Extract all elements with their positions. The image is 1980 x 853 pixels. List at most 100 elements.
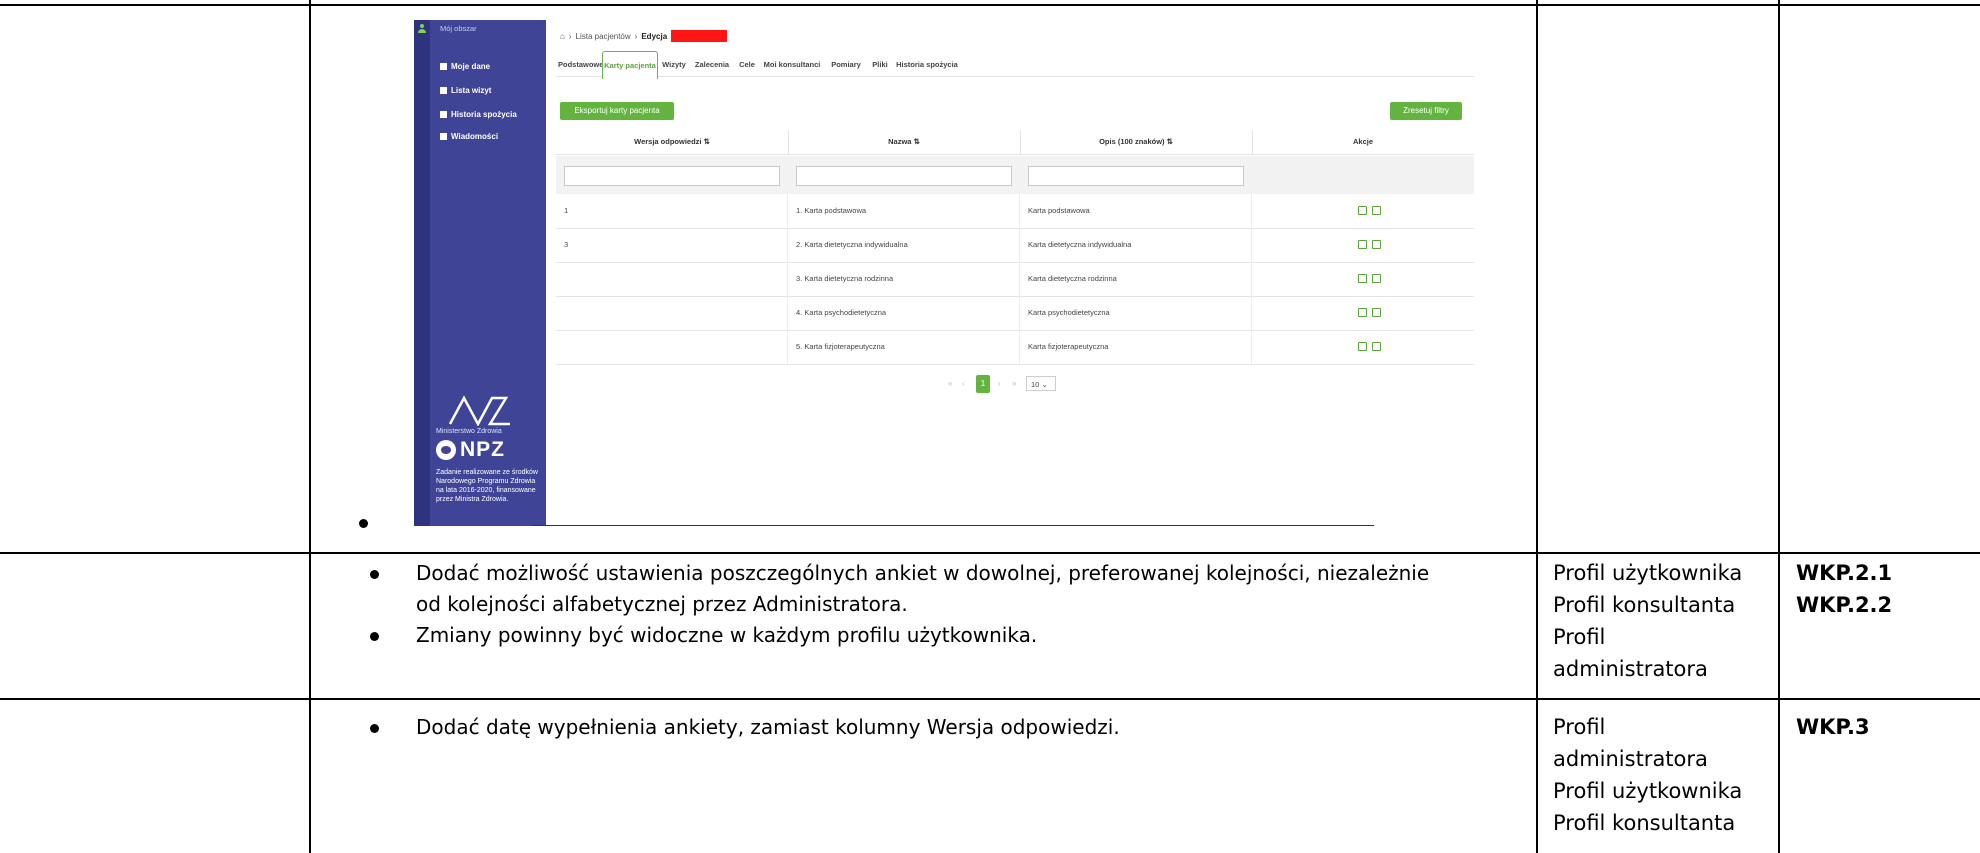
chevron-down-icon: ⌄ [1041, 380, 1048, 389]
version-cell: 3 [556, 228, 788, 262]
ministry-logo [448, 395, 510, 426]
npz-logo: NPZ [436, 438, 506, 464]
open-icon[interactable] [1358, 308, 1367, 317]
name-filter-input[interactable] [796, 166, 1012, 186]
description-cell: Karta dietetyczna rodzinna [1020, 262, 1252, 296]
calendar-icon [440, 87, 447, 94]
bullet [370, 724, 379, 733]
requirement-text: od kolejności alfabetycznej przez Admini… [416, 592, 908, 616]
edit-icon[interactable] [1372, 206, 1381, 215]
breadcrumb: ⌂ › Lista pacjentów › Edycja [560, 30, 728, 42]
tab-historia-spozycia[interactable]: Historia spożycia [894, 54, 960, 76]
screenshot-bottom-rule [532, 525, 1374, 526]
description-cell: Karta dietetyczna indywidualna [1020, 228, 1252, 262]
version-cell: 1 [556, 194, 788, 228]
table-row: 1 1. Karta podstawowa Karta podstawowa [556, 194, 1474, 229]
requirement-code: WKP.2.1 [1796, 561, 1893, 585]
tab-pomiary[interactable]: Pomiary [826, 54, 866, 76]
name-cell: 4. Karta psychodietetyczna [788, 296, 1020, 330]
sidebar-area-label: Mój obszar [440, 24, 477, 33]
bullet [359, 519, 368, 528]
home-icon[interactable]: ⌂ [560, 32, 565, 41]
profile-label: administratora [1553, 657, 1708, 681]
user-icon [418, 24, 426, 33]
bullet [370, 632, 379, 641]
table-row: 3. Karta dietetyczna rodzinna Karta diet… [556, 262, 1474, 297]
row-divider [0, 552, 1980, 554]
edit-icon[interactable] [1372, 308, 1381, 317]
profile-label: administratora [1553, 747, 1708, 771]
name-cell: 1. Karta podstawowa [788, 194, 1020, 228]
version-cell [556, 296, 788, 330]
embedded-app-screenshot: Mój obszar Moje dane Lista wizyt Histori… [414, 20, 1474, 526]
description-cell: Karta podstawowa [1020, 194, 1252, 228]
tab-podstawowe[interactable]: Podstawowe [558, 54, 603, 76]
tab-karty-pacjenta[interactable]: Karty pacjenta [602, 51, 658, 79]
app-main: ⌂ › Lista pacjentów › Edycja Podstawowe … [552, 20, 1474, 526]
version-cell [556, 330, 788, 364]
tab-cele[interactable]: Cele [736, 54, 758, 76]
profile-label: Profil [1553, 715, 1606, 739]
profile-label: Profil [1553, 625, 1606, 649]
id-card-icon [440, 63, 447, 70]
table-row: 4. Karta psychodietetyczna Karta psychod… [556, 296, 1474, 331]
open-icon[interactable] [1358, 342, 1367, 351]
last-page-button[interactable]: » [1012, 375, 1016, 393]
open-icon[interactable] [1358, 274, 1367, 283]
open-icon[interactable] [1358, 206, 1367, 215]
sidebar-item-moje-dane[interactable]: Moje dane [440, 62, 490, 71]
requirement-text: Zmiany powinny być widoczne w każdym pro… [416, 623, 1038, 647]
column-divider [309, 0, 311, 853]
column-header-name[interactable]: Nazwa ⇅ [788, 130, 1021, 155]
profile-label: Profil użytkownika [1553, 561, 1743, 585]
tab-moi-konsultanci[interactable]: Moi konsultanci [762, 54, 822, 76]
app-sidebar: Mój obszar Moje dane Lista wizyt Histori… [414, 20, 546, 526]
name-cell: 3. Karta dietetyczna rodzinna [788, 262, 1020, 296]
export-patient-cards-button[interactable]: Eksportuj karty pacjenta [560, 102, 674, 120]
profile-label: Profil konsultanta [1553, 811, 1736, 835]
pagination: « ‹ 1 › » 10 ⌄ [552, 375, 1470, 395]
version-cell [556, 262, 788, 296]
breadcrumb-patient-list[interactable]: Lista pacjentów [576, 32, 631, 41]
table-row: 3 2. Karta dietetyczna indywidualna Kart… [556, 228, 1474, 263]
sidebar-strip [414, 20, 430, 526]
edit-icon[interactable] [1372, 274, 1381, 283]
table-row: 5. Karta fizjoterapeutyczna Karta fizjot… [556, 330, 1474, 365]
column-divider [1778, 0, 1780, 853]
requirement-text: Dodać datę wypełnienia ankiety, zamiast … [416, 715, 1120, 739]
ministry-label: Ministerstwo Zdrowia [436, 428, 502, 435]
edit-icon[interactable] [1372, 240, 1381, 249]
tab-pliki[interactable]: Pliki [870, 54, 890, 76]
description-filter-input[interactable] [1028, 166, 1244, 186]
breadcrumb-current: Edycja [641, 31, 668, 41]
requirement-code: WKP.2.2 [1796, 593, 1893, 617]
column-header-description[interactable]: Opis (100 znaków) ⇅ [1020, 130, 1253, 155]
version-filter-input[interactable] [564, 166, 780, 186]
column-header-version[interactable]: Wersja odpowiedzi ⇅ [556, 130, 789, 155]
profile-label: Profil konsultanta [1553, 593, 1736, 617]
book-icon [440, 111, 447, 118]
tab-bar: Podstawowe Karty pacjenta Wizyty Zalecen… [556, 51, 1474, 79]
open-icon[interactable] [1358, 240, 1367, 249]
chevron-right-icon: › [568, 31, 572, 41]
tab-zalecenia[interactable]: Zalecenia [692, 54, 732, 76]
prev-page-button[interactable]: ‹ [962, 375, 965, 393]
sidebar-item-lista-wizyt[interactable]: Lista wizyt [440, 86, 491, 95]
mail-icon [440, 133, 447, 140]
page-1-button[interactable]: 1 [976, 375, 990, 393]
reset-filters-button[interactable]: Zresetuj filtry [1390, 102, 1462, 120]
bullet [370, 570, 379, 579]
first-page-button[interactable]: « [948, 375, 952, 393]
sidebar-item-historia-spozycia[interactable]: Historia spożycia [440, 110, 517, 119]
next-page-button[interactable]: › [998, 375, 1001, 393]
sidebar-item-wiadomosci[interactable]: Wiadomości [440, 132, 498, 141]
requirement-code: WKP.3 [1796, 715, 1870, 739]
requirements-table: Mój obszar Moje dane Lista wizyt Histori… [0, 0, 1980, 853]
tab-wizyty[interactable]: Wizyty [660, 54, 688, 76]
chevron-right-icon: › [634, 31, 638, 41]
profile-label: Profil użytkownika [1553, 779, 1743, 803]
requirement-text: Dodać możliwość ustawienia poszczególnyc… [416, 561, 1430, 585]
redacted-name [671, 30, 728, 42]
page-size-select[interactable]: 10 ⌄ [1026, 376, 1056, 391]
edit-icon[interactable] [1372, 342, 1381, 351]
